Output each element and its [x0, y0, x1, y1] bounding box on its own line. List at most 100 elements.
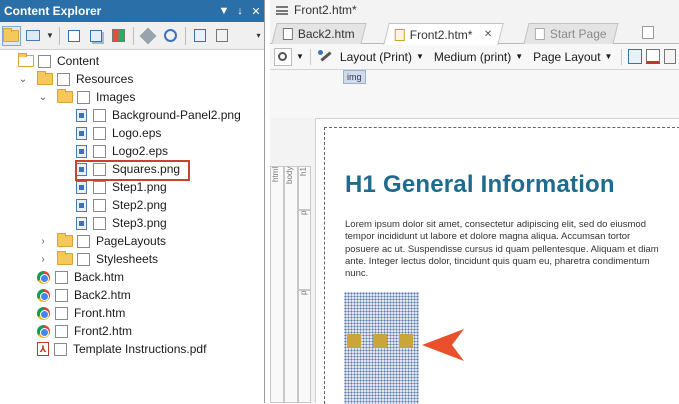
tree-item-checkbox[interactable] — [93, 108, 106, 122]
chevron-down-icon[interactable]: ▼ — [46, 31, 54, 40]
filter-button[interactable] — [191, 26, 210, 46]
properties-button[interactable] — [212, 26, 231, 46]
new-item-button[interactable] — [65, 26, 84, 46]
tree-item-checkbox[interactable] — [93, 216, 106, 230]
tree-item-label: Step2.png — [112, 198, 167, 212]
folder-icon — [3, 27, 20, 42]
squares-image[interactable] — [344, 292, 419, 404]
window-icon — [26, 30, 41, 41]
medium-label: Medium (print) — [433, 49, 512, 64]
tree-item-checkbox[interactable] — [55, 270, 68, 284]
panel-menu-button[interactable]: ▼ — [216, 5, 232, 17]
tree-item-label: Back.htm — [74, 270, 125, 284]
settings-icon[interactable] — [664, 49, 677, 64]
folder-icon — [57, 251, 73, 265]
document-icon — [194, 29, 206, 42]
structure-bar-body[interactable]: body — [284, 166, 298, 403]
copy-button[interactable] — [87, 26, 106, 46]
document-icon — [282, 28, 293, 40]
chevron-down-icon[interactable]: ⌄ — [17, 74, 29, 85]
editor-panel: Front2.htm* Back2.htm Front2.htm* ✕ Star… — [270, 0, 679, 404]
chevron-down-icon[interactable]: ▾ — [256, 31, 264, 40]
toolbar-separator — [58, 26, 60, 45]
chevron-down-icon: ▼ — [515, 52, 524, 61]
page-view-icon[interactable] — [628, 49, 643, 64]
tree-item-checkbox[interactable] — [77, 234, 90, 248]
image-file-icon — [76, 180, 87, 194]
chevron-down-icon[interactable]: ▼ — [296, 52, 304, 61]
heading-h1[interactable]: H1 General Information — [345, 171, 615, 199]
open-folder-button[interactable] — [2, 25, 21, 46]
tree-item-checkbox[interactable] — [77, 90, 90, 104]
panel-title: Content Explorer — [4, 4, 102, 18]
chevron-right-icon[interactable]: › — [37, 236, 49, 247]
tree-item-label: Step1.png — [112, 180, 167, 194]
tree-item-checkbox[interactable] — [93, 126, 106, 140]
chrome-icon — [37, 270, 50, 284]
thumbnail-button[interactable] — [109, 26, 128, 46]
body-paragraph[interactable]: Lorem ipsum dolor sit amet, consectetur … — [345, 219, 667, 280]
close-icon[interactable]: ✕ — [484, 29, 492, 40]
tab-label: Front2.htm* — [409, 27, 473, 42]
tree-item-label: Front.htm — [74, 306, 126, 320]
toolbar-separator — [184, 26, 186, 45]
editor-window-title: Front2.htm* — [294, 3, 357, 17]
print-view-icon[interactable] — [646, 49, 661, 64]
pin-button[interactable]: ↓ — [232, 5, 248, 17]
tree-item-label: Logo.eps — [112, 126, 162, 140]
tab-back2[interactable]: Back2.htm — [271, 23, 367, 44]
img-tag-block[interactable]: img — [343, 70, 366, 84]
structure-bar-h1[interactable]: h1 — [298, 166, 311, 210]
tree-item-checkbox[interactable] — [55, 288, 68, 302]
chevron-down-icon[interactable]: ⌄ — [37, 92, 49, 103]
tree-item-checkbox[interactable] — [93, 180, 106, 194]
refresh-button[interactable] — [161, 26, 180, 46]
grid-icon — [111, 29, 125, 42]
tree-item-checkbox[interactable] — [38, 54, 51, 68]
tree-item-label: Logo2.eps — [112, 144, 169, 158]
wand-icon[interactable] — [317, 49, 333, 65]
image-file-icon — [76, 144, 87, 158]
close-button[interactable]: ✕ — [248, 5, 264, 18]
tab-front2[interactable]: Front2.htm* ✕ — [383, 23, 504, 45]
document-tabs: Back2.htm Front2.htm* ✕ Start Page — [270, 22, 679, 45]
tree-item-checkbox[interactable] — [55, 324, 68, 338]
tag-bar: img — [270, 70, 679, 118]
document-icon[interactable] — [642, 26, 654, 39]
chrome-icon — [37, 324, 50, 338]
toolbar-separator — [621, 48, 623, 65]
tree-item-label: Front2.htm — [74, 324, 133, 338]
tree-item-label: Stylesheets — [96, 252, 159, 266]
tree-item-checkbox[interactable] — [55, 306, 68, 320]
editor-titlebar: Front2.htm* — [270, 0, 679, 20]
medium-dropdown[interactable]: Medium (print) ▼ — [431, 50, 526, 64]
toolbar-separator — [309, 48, 311, 65]
page-layout-dropdown[interactable]: Page Layout ▼ — [530, 50, 615, 64]
tag-button[interactable] — [139, 26, 158, 46]
view-button[interactable] — [24, 26, 43, 46]
tree-item-checkbox[interactable] — [93, 144, 106, 158]
square-shape — [347, 334, 361, 348]
chevron-right-icon[interactable]: › — [37, 254, 49, 265]
tab-start-page[interactable]: Start Page — [523, 23, 619, 44]
properties-icon — [215, 29, 228, 42]
layout-dropdown[interactable]: Layout (Print) ▼ — [337, 50, 427, 64]
tree-item-label: Images — [96, 90, 136, 104]
square-shape — [373, 334, 387, 348]
menu-icon[interactable] — [276, 5, 288, 15]
structure-bar-html[interactable]: html — [270, 166, 284, 403]
document-page[interactable]: H1 General Information Lorem ipsum dolor… — [315, 118, 679, 404]
structure-bar-p[interactable]: p — [298, 290, 311, 403]
tree-item-checkbox[interactable] — [93, 198, 106, 212]
pdf-icon: ⅄ — [37, 342, 49, 356]
tag-icon — [139, 27, 157, 44]
folder-icon — [37, 71, 53, 85]
refresh-icon — [163, 29, 177, 42]
tree-item-checkbox[interactable] — [57, 72, 70, 86]
tree-item-checkbox[interactable] — [77, 252, 90, 266]
tree-item-label: PageLayouts — [96, 234, 167, 248]
tree-item-checkbox[interactable] — [54, 342, 67, 356]
zoom-button[interactable] — [274, 47, 292, 66]
tree-item-label: Back2.htm — [74, 288, 131, 302]
structure-bar-p[interactable]: p — [298, 210, 311, 290]
